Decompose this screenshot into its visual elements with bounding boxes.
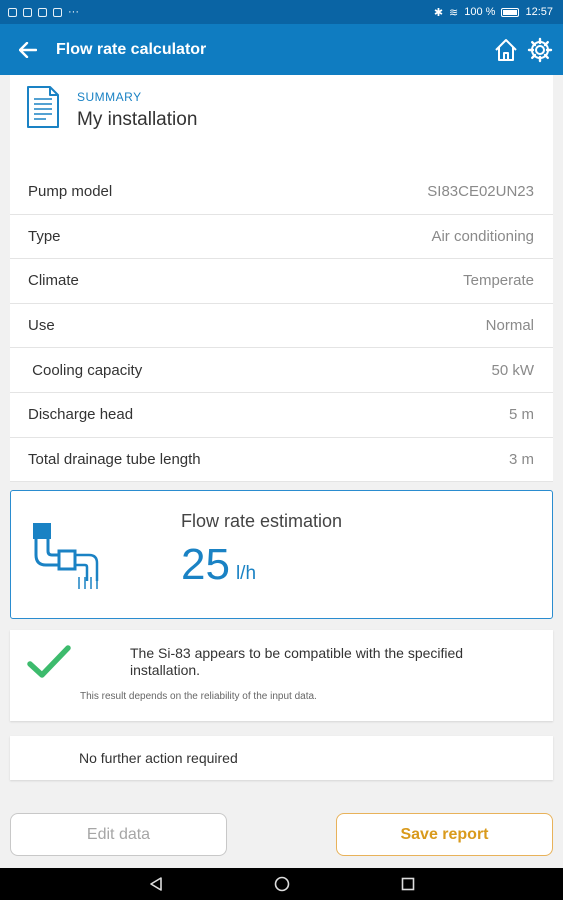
reliability-note: This result depends on the reliability o… xyxy=(80,691,317,702)
row-type: Type Air conditioning xyxy=(10,214,553,260)
edit-data-button[interactable]: Edit data xyxy=(10,813,227,856)
nav-back-icon[interactable] xyxy=(148,876,164,892)
row-label: Cooling capacity xyxy=(28,361,143,379)
summary-card: SUMMARY My installation xyxy=(10,75,553,170)
row-value: Normal xyxy=(485,317,534,335)
row-value: 50 kW xyxy=(491,361,534,379)
battery-percent: 100 % xyxy=(464,6,496,18)
row-value: Air conditioning xyxy=(431,227,534,245)
settings-button[interactable] xyxy=(525,35,555,65)
row-use: Use Normal xyxy=(10,303,553,349)
wifi-icon: ≋ xyxy=(449,6,459,19)
home-button[interactable] xyxy=(491,35,521,65)
flow-rate-value: 25 l/h xyxy=(181,543,256,587)
row-value: SI83CE02UN23 xyxy=(427,183,534,201)
status-bar: ··· ✱ ≋ 100 % 12:57 xyxy=(0,0,563,24)
pump-icon xyxy=(33,523,99,589)
more-notifications-icon: ··· xyxy=(68,6,79,18)
bluetooth-icon: ✱ xyxy=(433,6,444,19)
compatibility-message: The Si-83 appears to be compatible with … xyxy=(130,645,464,678)
back-arrow-icon xyxy=(19,41,37,58)
nav-recents-icon[interactable] xyxy=(400,876,416,892)
gear-icon xyxy=(527,37,553,62)
page-title: Flow rate calculator xyxy=(56,40,207,58)
action-card: No further action required xyxy=(10,736,553,780)
row-label: Type xyxy=(28,227,61,245)
row-label: Climate xyxy=(28,272,79,290)
clock: 12:57 xyxy=(525,6,553,18)
nav-home-icon[interactable] xyxy=(274,876,290,892)
flow-rate-title: Flow rate estimation xyxy=(181,511,343,531)
row-label: Pump model xyxy=(28,183,113,201)
row-label: Use xyxy=(28,317,55,335)
action-text: No further action required xyxy=(79,750,238,766)
document-icon xyxy=(27,86,59,128)
row-label: Total drainage tube length xyxy=(28,450,201,468)
row-cooling-capacity: Cooling capacity 50 kW xyxy=(10,348,553,393)
row-tube-length: Total drainage tube length 3 m xyxy=(10,437,553,483)
row-value: 5 m xyxy=(508,406,534,424)
notification-icon xyxy=(8,7,17,17)
row-discharge-head: Discharge head 5 m xyxy=(10,392,553,438)
back-button[interactable] xyxy=(0,24,56,75)
row-label: Discharge head xyxy=(28,406,134,424)
battery-icon xyxy=(501,7,520,17)
home-icon xyxy=(495,38,517,61)
image-icon xyxy=(38,7,47,17)
flow-rate-unit: l/h xyxy=(235,563,257,584)
app-bar: Flow rate calculator xyxy=(0,24,563,75)
installation-name: My installation xyxy=(77,109,198,130)
system-nav-bar xyxy=(0,868,563,900)
row-value: Temperate xyxy=(463,272,534,290)
row-climate: Climate Temperate xyxy=(10,259,553,304)
row-pump-model: Pump model SI83CE02UN23 xyxy=(10,170,553,215)
flow-rate-number: 25 xyxy=(181,540,230,589)
save-report-button[interactable]: Save report xyxy=(336,813,553,856)
status-icons-left: ··· xyxy=(8,6,79,18)
compatibility-card: The Si-83 appears to be compatible with … xyxy=(10,630,553,721)
row-value: 3 m xyxy=(508,450,534,468)
summary-label: SUMMARY xyxy=(77,90,142,104)
flow-rate-card: Flow rate estimation 25 l/h xyxy=(10,490,553,619)
status-icons-right: ✱ ≋ 100 % 12:57 xyxy=(434,6,553,19)
parameter-list: Pump model SI83CE02UN23 Type Air conditi… xyxy=(10,170,553,483)
mail-icon xyxy=(23,7,32,17)
app-icon xyxy=(53,7,62,17)
check-icon xyxy=(27,645,71,678)
